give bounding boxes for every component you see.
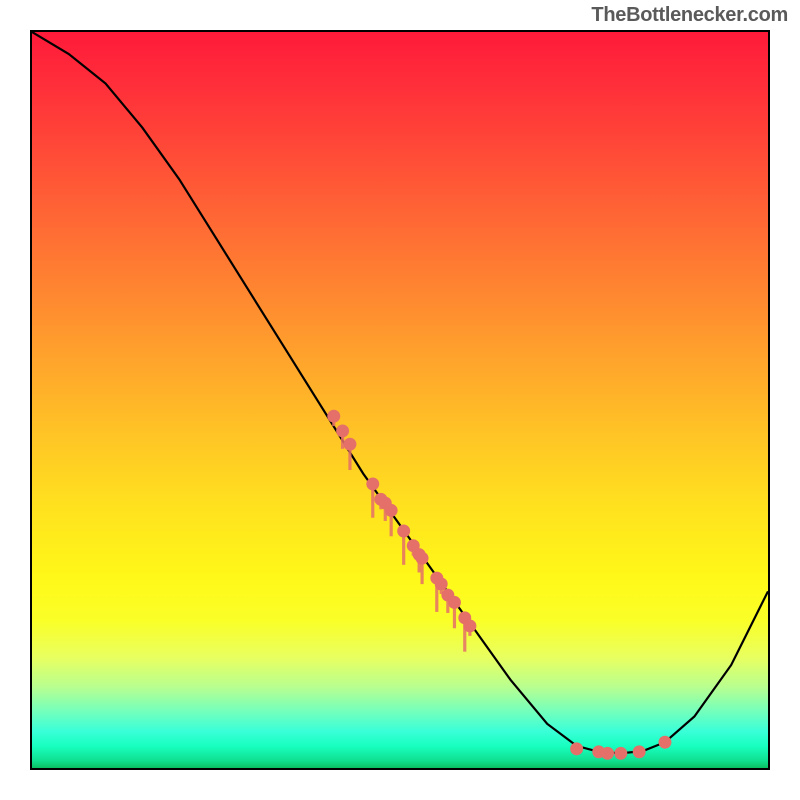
data-point-branch bbox=[366, 477, 379, 490]
data-point-bottom bbox=[614, 747, 627, 760]
data-point-branch bbox=[435, 578, 448, 591]
data-point-branch bbox=[463, 619, 476, 632]
data-point-bottom bbox=[658, 736, 671, 749]
data-point-branch bbox=[327, 410, 340, 423]
chart-svg bbox=[32, 32, 768, 768]
plot-area bbox=[30, 30, 770, 770]
data-point-bottom bbox=[570, 742, 583, 755]
data-point-branch bbox=[385, 504, 398, 517]
data-point-bottom bbox=[633, 745, 646, 758]
watermark-text: TheBottlenecker.com bbox=[591, 4, 788, 27]
data-point-branch bbox=[448, 596, 461, 609]
bottleneck-curve bbox=[32, 32, 768, 753]
data-point-branch bbox=[416, 552, 429, 565]
data-point-branch bbox=[343, 438, 356, 451]
data-point-bottom bbox=[601, 747, 614, 760]
data-point-branch bbox=[397, 525, 410, 538]
data-point-branch bbox=[336, 424, 349, 437]
